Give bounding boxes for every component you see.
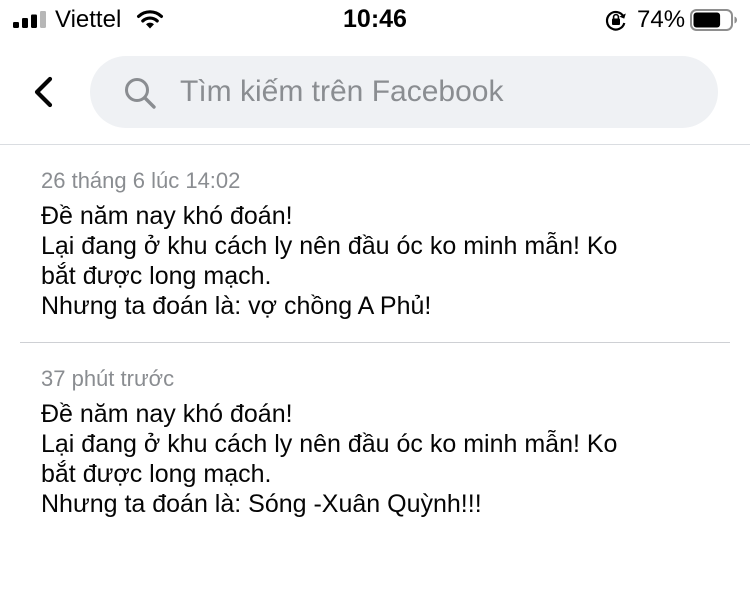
revision-item: 26 tháng 6 lúc 14:02 Đề năm nay khó đoán… bbox=[0, 145, 750, 321]
search-input[interactable] bbox=[180, 56, 700, 128]
chevron-left-icon bbox=[34, 76, 53, 108]
search-header bbox=[0, 40, 750, 145]
battery-percentage: 74% bbox=[637, 6, 686, 33]
revision-text-line: Lại đang ở khu cách ly nên đầu óc ko min… bbox=[41, 430, 618, 458]
revision-text-line: bắt được long mạch. bbox=[41, 460, 272, 488]
revision-item: 37 phút trước Đề năm nay khó đoán! Lại đ… bbox=[0, 343, 750, 519]
revision-text-line: Đề năm nay khó đoán! bbox=[41, 202, 293, 230]
revision-text-line: Lại đang ở khu cách ly nên đầu óc ko min… bbox=[41, 232, 618, 260]
edit-history-list: 26 tháng 6 lúc 14:02 Đề năm nay khó đoán… bbox=[0, 145, 750, 519]
revision-timestamp: 26 tháng 6 lúc 14:02 bbox=[41, 168, 241, 193]
battery-icon bbox=[690, 9, 737, 31]
revision-text-line: Đề năm nay khó đoán! bbox=[41, 400, 293, 428]
revision-text-line: Nhưng ta đoán là: Sóng -Xuân Quỳnh!!! bbox=[41, 490, 482, 518]
revision-text-line: Nhưng ta đoán là: vợ chồng A Phủ! bbox=[41, 292, 432, 320]
status-bar: Viettel 10:46 74% bbox=[0, 0, 750, 40]
revision-text-line: bắt được long mạch. bbox=[41, 262, 272, 290]
search-icon bbox=[125, 78, 156, 109]
orientation-lock-icon bbox=[605, 10, 626, 31]
back-button[interactable] bbox=[24, 70, 64, 114]
revision-text: Đề năm nay khó đoán! Lại đang ở khu cách… bbox=[41, 201, 721, 321]
search-box[interactable] bbox=[90, 56, 718, 128]
revision-timestamp: 37 phút trước bbox=[41, 366, 175, 391]
revision-text: Đề năm nay khó đoán! Lại đang ở khu cách… bbox=[41, 399, 721, 519]
